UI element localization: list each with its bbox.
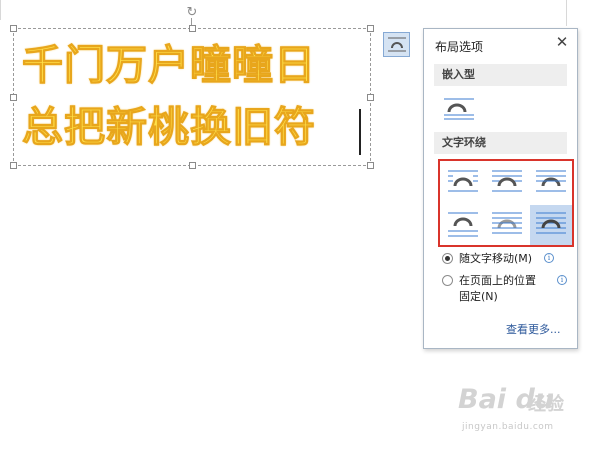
text-box[interactable]: 千门万户曈曈日 总把新桃换旧符 (10, 25, 374, 169)
poem-line-1: 千门万户曈曈日 (22, 41, 316, 89)
wrap-section-heading: 文字环绕 (434, 132, 567, 154)
wrap-option-top-bottom[interactable] (442, 205, 484, 245)
wrap-behind-text-icon (492, 212, 522, 234)
watermark-cn: 经验 (528, 394, 564, 415)
wrap-square-icon (388, 37, 406, 52)
resize-handle-left[interactable] (10, 94, 17, 101)
resize-handle-bottom[interactable] (189, 162, 196, 169)
see-more-link[interactable]: 查看更多... (506, 321, 561, 337)
wrap-tight-icon (492, 170, 522, 192)
move-with-text-option[interactable]: 随文字移动(M) (442, 251, 532, 266)
fix-position-label-line2: 固定(N) (459, 290, 498, 303)
fix-position-option[interactable]: 在页面上的位置 (442, 273, 536, 288)
panel-title: 布局选项 (435, 40, 484, 54)
layout-options-panel: 布局选项 ✕ 嵌入型 文字环绕 随文字移动(M) i 在页面上的位置 固定(N)… (423, 28, 578, 349)
wrap-option-through[interactable] (530, 163, 572, 203)
resize-handle-top-right[interactable] (367, 25, 374, 32)
wrap-option-in-front-of-text[interactable] (530, 205, 572, 245)
text-caret (359, 109, 361, 155)
wrap-options-grid (438, 159, 574, 247)
page-edge-right (566, 0, 567, 26)
resize-handle-top[interactable] (189, 25, 196, 32)
baidu-watermark: Bai du 经验 jingyan.baidu.com (458, 384, 578, 440)
info-icon[interactable]: i (557, 275, 567, 285)
rotate-handle-icon[interactable]: ↻ (185, 6, 199, 20)
watermark-url: jingyan.baidu.com (462, 422, 554, 432)
wrap-top-bottom-icon (448, 212, 478, 237)
inline-with-text-icon[interactable] (443, 96, 475, 122)
wrap-option-square[interactable] (442, 163, 484, 203)
fix-position-label: 在页面上的位置 (459, 274, 536, 287)
layout-options-button[interactable] (383, 32, 410, 57)
resize-handle-bottom-right[interactable] (367, 162, 374, 169)
close-icon[interactable]: ✕ (555, 34, 569, 50)
wrap-through-icon (536, 170, 566, 192)
resize-handle-top-left[interactable] (10, 25, 17, 32)
poem-line-2: 总把新桃换旧符 (22, 103, 316, 151)
wrap-in-front-of-text-icon (536, 212, 566, 234)
resize-handle-bottom-left[interactable] (10, 162, 17, 169)
wrap-option-tight[interactable] (486, 163, 528, 203)
wrap-option-behind-text[interactable] (486, 205, 528, 245)
inline-section-heading: 嵌入型 (434, 64, 567, 86)
info-icon[interactable]: i (544, 253, 554, 263)
move-with-text-label: 随文字移动(M) (459, 252, 533, 265)
page-edge-left (0, 0, 1, 20)
resize-handle-right[interactable] (367, 94, 374, 101)
wrap-square-icon (448, 170, 478, 192)
